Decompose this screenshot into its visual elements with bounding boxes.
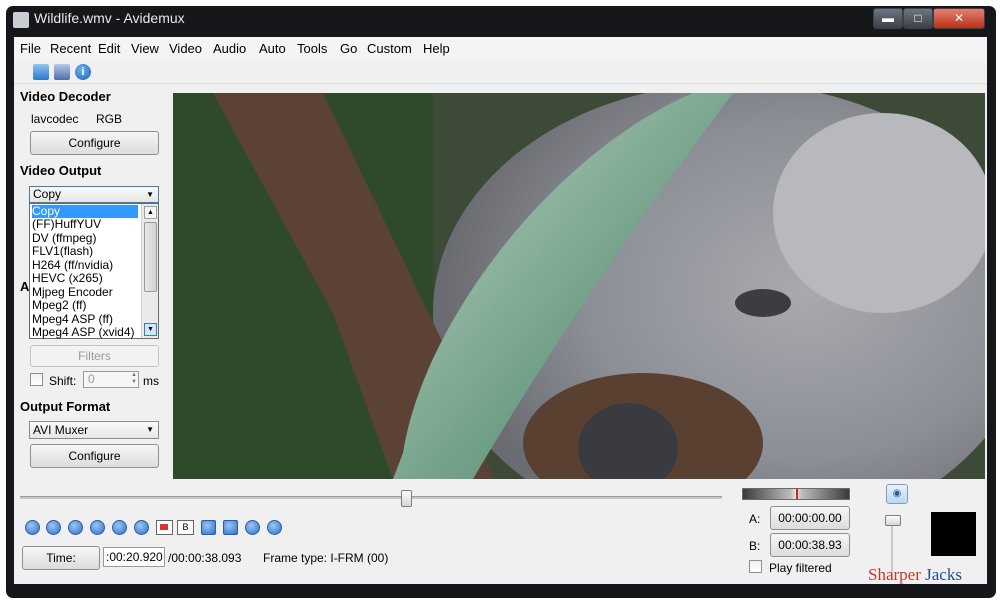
shift-input[interactable]: 0 ▲ ▼ (83, 371, 139, 388)
next-keyframe-icon[interactable] (134, 520, 149, 535)
scroll-up-icon[interactable]: ▲ (144, 206, 157, 219)
menu-tools[interactable]: Tools (297, 41, 327, 56)
play-filtered-checkbox[interactable] (749, 560, 762, 573)
menu-recent[interactable]: Recent (50, 41, 91, 56)
first-frame-icon[interactable] (245, 520, 260, 535)
list-item[interactable]: Mpeg2 (ff) (32, 299, 86, 312)
seek-thumb[interactable] (401, 490, 413, 507)
output-configure-button[interactable]: Configure (30, 444, 159, 468)
decoder-colorspace: RGB (96, 112, 123, 126)
video-decoder-header: Video Decoder (20, 89, 111, 104)
menu-audio[interactable]: Audio (213, 41, 246, 56)
scroll-down-icon[interactable]: ▼ (144, 323, 157, 336)
play-icon[interactable] (25, 520, 40, 535)
menu-custom[interactable]: Custom (367, 41, 412, 56)
shift-label: Shift: (49, 374, 77, 388)
video-output-header: Video Output (20, 163, 102, 178)
list-item[interactable]: HEVC (x265) (32, 272, 103, 285)
current-time-field[interactable]: :00:20.920 (103, 547, 165, 567)
shift-value: 0 (88, 372, 95, 386)
previous-frame-icon[interactable] (68, 520, 83, 535)
spin-arrows-icon[interactable]: ▲ ▼ (131, 372, 137, 386)
minimize-button[interactable]: ▬ (873, 8, 903, 29)
volume-thumb[interactable] (885, 515, 901, 526)
watermark-part2: Jacks (925, 565, 962, 584)
open-folder-icon[interactable] (33, 64, 49, 80)
chevron-down-icon: ▼ (146, 425, 154, 434)
menu-help[interactable]: Help (423, 41, 450, 56)
last-frame-icon[interactable] (267, 520, 282, 535)
set-marker-b-icon[interactable]: B (177, 520, 194, 535)
jog-marker (796, 489, 798, 499)
speaker-icon[interactable]: ◉ (886, 484, 908, 504)
watermark: Sharper Jacks (868, 565, 962, 585)
toolbar (14, 61, 987, 84)
list-item[interactable]: Mpeg4 ASP (xvid4) (32, 326, 135, 339)
window-title: Wildlife.wmv - Avidemux (34, 10, 185, 26)
audio-filters-button[interactable]: Filters (30, 345, 159, 367)
marker-a-button[interactable]: 00:00:00.00 (770, 506, 850, 530)
menu-video[interactable]: Video (169, 41, 202, 56)
maximize-button[interactable]: □ (903, 8, 933, 29)
video-output-combo[interactable]: Copy ▼ (29, 186, 159, 203)
save-icon[interactable] (54, 64, 70, 80)
menu-view[interactable]: View (131, 41, 159, 56)
seek-track[interactable] (20, 496, 722, 499)
goto-marker-a-icon[interactable] (201, 520, 216, 535)
play-filtered-label: Play filtered (769, 561, 832, 575)
output-format-selected: AVI Muxer (33, 423, 89, 437)
shift-checkbox[interactable] (30, 373, 43, 386)
goto-marker-b-icon[interactable] (223, 520, 238, 535)
video-preview (173, 93, 985, 479)
output-format-header: Output Format (20, 399, 111, 414)
close-button[interactable]: ✕ (933, 8, 985, 29)
info-icon[interactable]: i (75, 64, 91, 80)
video-output-selected: Copy (33, 187, 62, 201)
list-item[interactable]: FLV1(flash) (32, 245, 93, 258)
chevron-down-icon: ▼ (146, 190, 154, 199)
total-time: /00:00:38.093 (168, 551, 242, 565)
app-clapper-icon (13, 12, 29, 28)
audio-output-header: A (20, 279, 30, 294)
set-marker-a-icon[interactable] (156, 520, 173, 535)
menu-auto[interactable]: Auto (259, 41, 286, 56)
next-frame-icon[interactable] (90, 520, 105, 535)
list-item[interactable]: (FF)HuffYUV (32, 218, 101, 231)
previous-keyframe-icon[interactable] (112, 520, 127, 535)
jog-shuttle[interactable] (742, 488, 850, 500)
menu-bar (14, 37, 987, 61)
menu-edit[interactable]: Edit (98, 41, 120, 56)
marker-a-label: A: (749, 512, 761, 526)
mini-preview (931, 512, 976, 556)
marker-b-label: B: (749, 539, 761, 553)
stop-icon[interactable] (46, 520, 61, 535)
dropdown-scrollbar[interactable]: ▲ ▼ (141, 204, 158, 338)
shift-unit: ms (143, 374, 159, 388)
marker-b-button[interactable]: 00:00:38.93 (770, 533, 850, 557)
decoder-codec: lavcodec (31, 112, 79, 126)
watermark-part1: Sharper (868, 565, 921, 584)
decoder-configure-button[interactable]: Configure (30, 131, 159, 155)
menu-file[interactable]: File (20, 41, 41, 56)
time-button[interactable]: Time: (22, 546, 100, 570)
menu-go[interactable]: Go (340, 41, 357, 56)
scroll-thumb[interactable] (144, 222, 157, 292)
frame-type: Frame type: I-FRM (00) (263, 551, 389, 565)
output-format-combo[interactable]: AVI Muxer ▼ (29, 421, 159, 439)
video-output-dropdown: Copy (FF)HuffYUV DV (ffmpeg) FLV1(flash)… (29, 203, 159, 339)
video-frame-image (173, 93, 985, 479)
